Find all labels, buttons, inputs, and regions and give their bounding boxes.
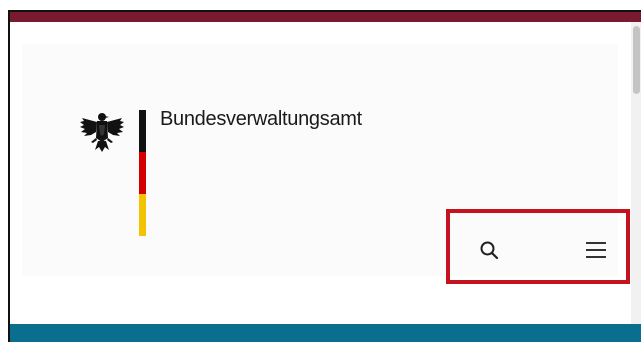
federal-eagle-icon — [80, 113, 124, 152]
flag-stripe-black — [139, 110, 146, 152]
search-button[interactable] — [471, 232, 507, 268]
top-accent-stripe — [10, 12, 641, 22]
flag-stripe-red — [139, 152, 146, 194]
scrollbar-thumb[interactable] — [633, 26, 640, 94]
flag-stripe-gold — [139, 194, 146, 236]
navigation-bar — [10, 324, 641, 342]
page-frame: Bundesverwaltungsamt — [0, 0, 641, 342]
search-icon — [480, 241, 499, 260]
hamburger-menu-icon — [586, 242, 606, 258]
menu-button[interactable] — [578, 232, 614, 268]
agency-name[interactable]: Bundesverwaltungsamt — [160, 108, 362, 131]
